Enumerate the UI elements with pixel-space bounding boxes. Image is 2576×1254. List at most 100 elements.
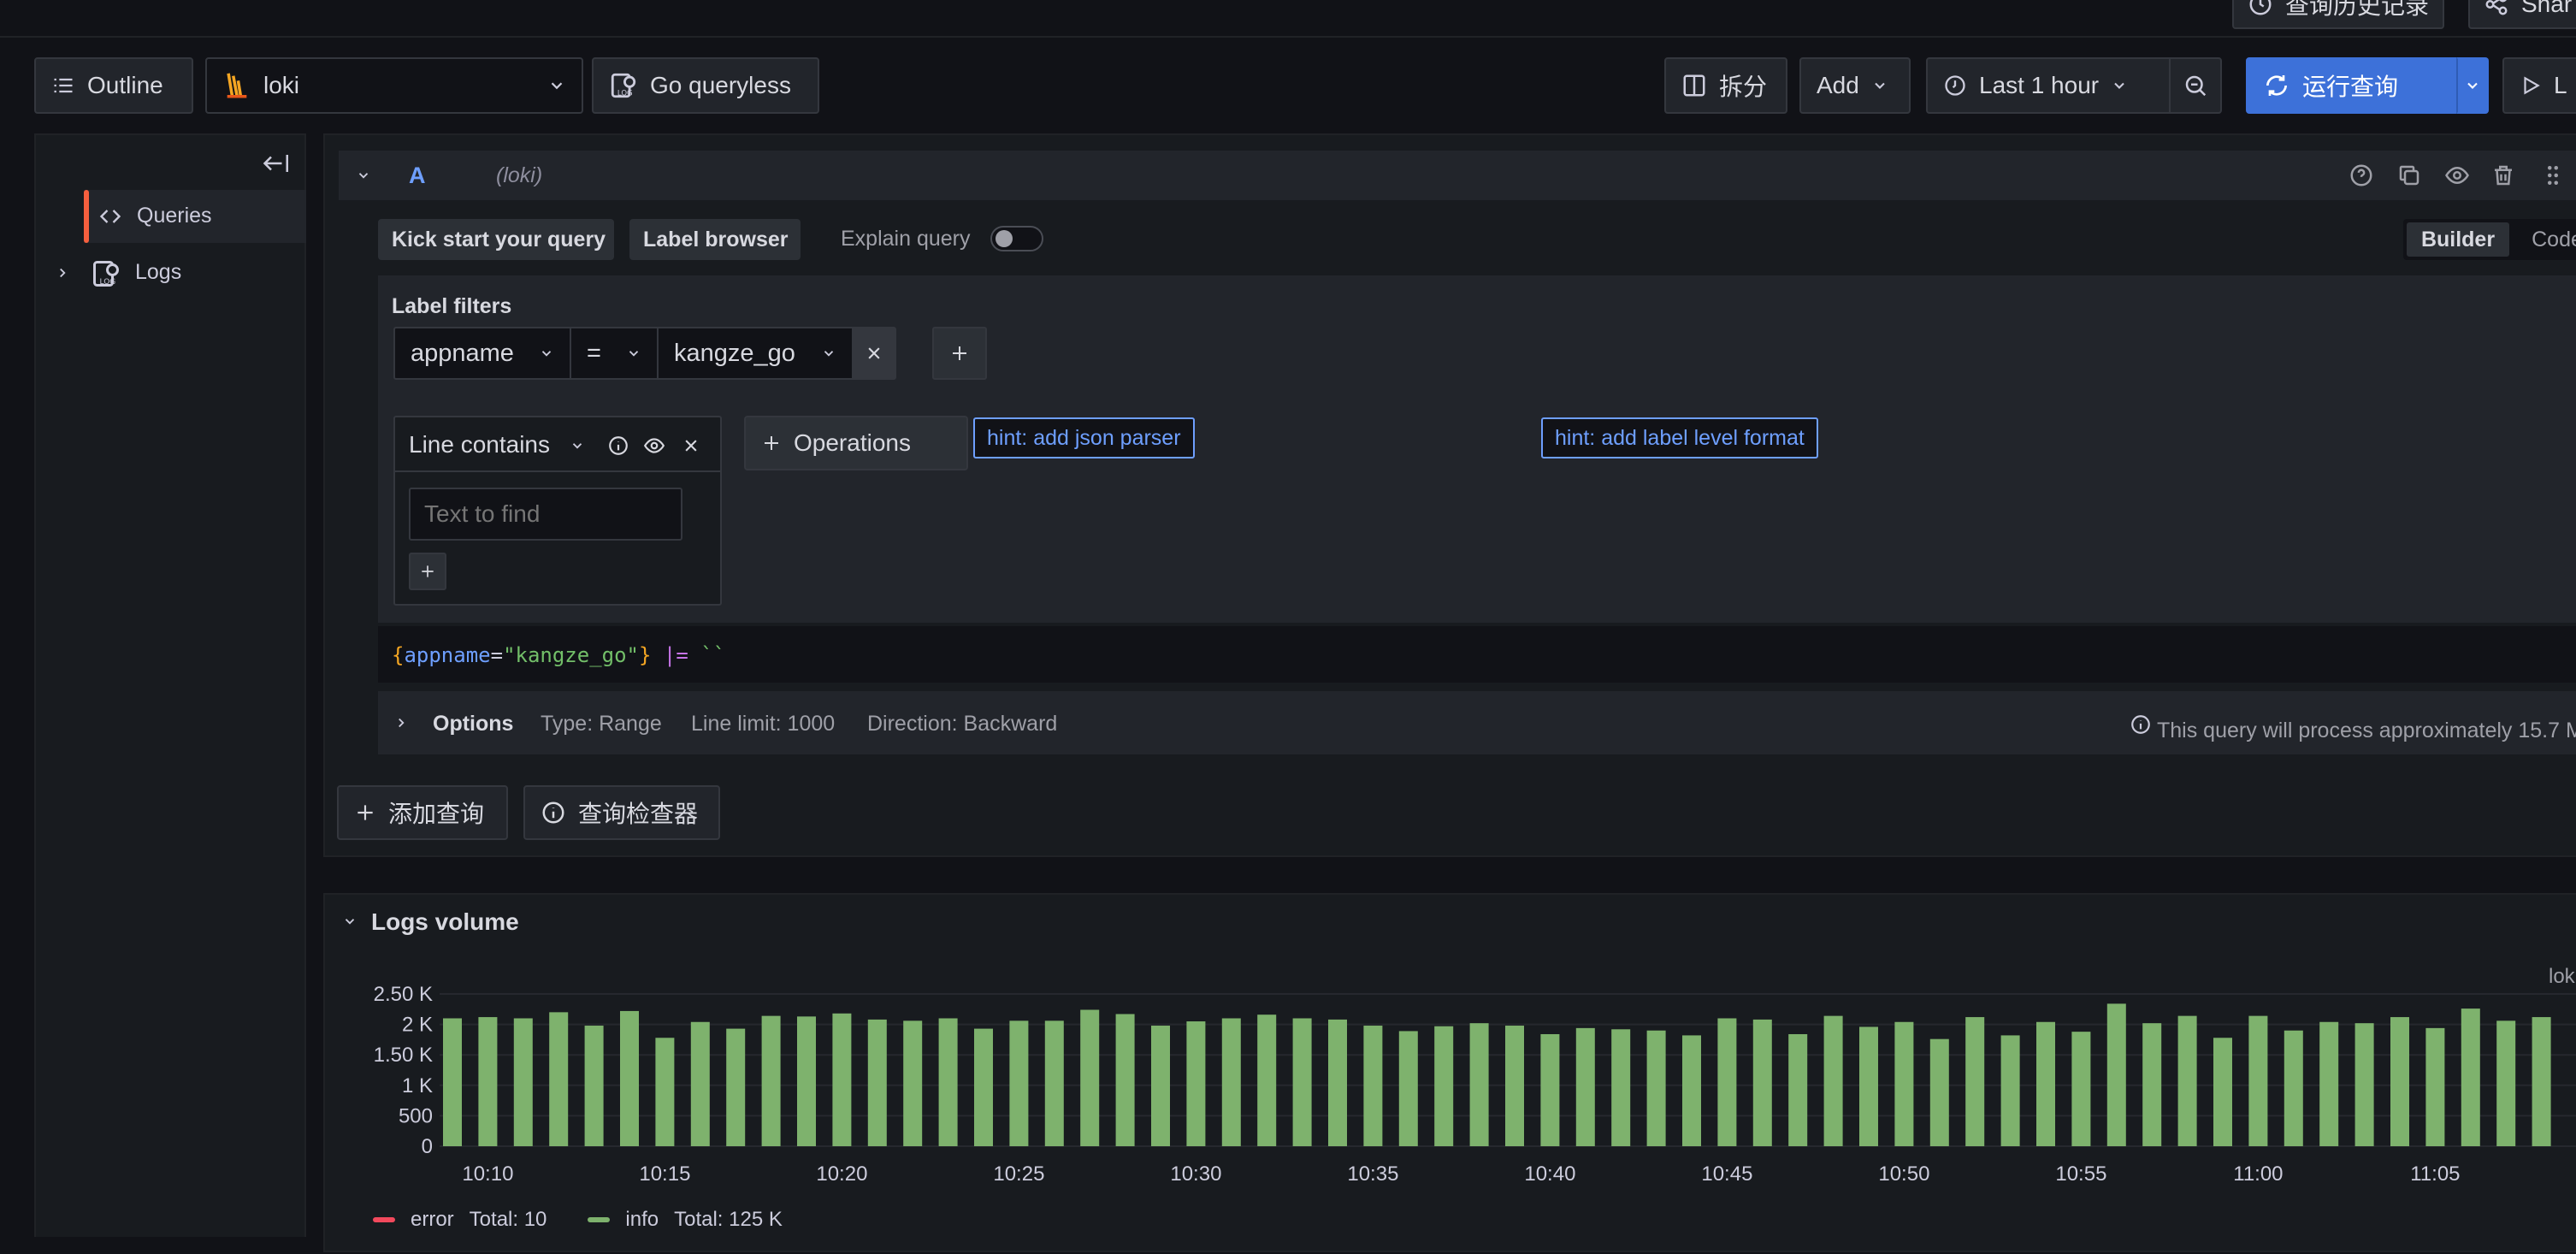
legend-error-name[interactable]: error bbox=[411, 1208, 454, 1232]
bar-info[interactable] bbox=[2461, 1009, 2480, 1146]
bar-info[interactable] bbox=[2354, 1023, 2374, 1146]
time-range-picker[interactable]: Last 1 hour bbox=[1926, 57, 2171, 114]
add-menu-button[interactable]: Add bbox=[1799, 57, 1911, 114]
chevron-down-icon[interactable] bbox=[570, 438, 585, 453]
bar-info[interactable] bbox=[2390, 1017, 2409, 1146]
bar-info[interactable] bbox=[620, 1010, 639, 1146]
run-query-options-button[interactable] bbox=[2456, 57, 2489, 114]
bar-info[interactable] bbox=[1611, 1029, 1631, 1146]
trash-icon[interactable] bbox=[2490, 163, 2516, 188]
bar-info[interactable] bbox=[513, 1018, 533, 1146]
query-history-button[interactable]: 查询历史记录 bbox=[2232, 0, 2445, 29]
help-icon[interactable] bbox=[2349, 163, 2374, 188]
bar-info[interactable] bbox=[1540, 1033, 1560, 1146]
mode-builder-tab[interactable]: Builder bbox=[2407, 222, 2509, 257]
bar-info[interactable] bbox=[655, 1038, 675, 1146]
sidebar-item-queries[interactable]: Queries bbox=[84, 190, 306, 243]
hint-json-parser[interactable]: hint: add json parser bbox=[973, 417, 1195, 458]
text-to-find-input[interactable] bbox=[409, 488, 682, 541]
bar-info[interactable] bbox=[2106, 1003, 2126, 1146]
go-queryless-button[interactable]: LOG Go queryless bbox=[592, 57, 819, 114]
label-browser-button[interactable]: Label browser bbox=[629, 219, 801, 260]
collapse-sidebar-icon[interactable] bbox=[260, 151, 291, 176]
mode-code-tab[interactable]: Code bbox=[2514, 222, 2576, 257]
bar-info[interactable] bbox=[690, 1021, 710, 1146]
bar-info[interactable] bbox=[1009, 1020, 1029, 1146]
bar-info[interactable] bbox=[867, 1019, 887, 1146]
kick-start-button[interactable]: Kick start your query bbox=[378, 219, 614, 260]
add-param-button[interactable] bbox=[409, 553, 446, 590]
bar-info[interactable] bbox=[1682, 1035, 1701, 1146]
chevron-down-icon[interactable] bbox=[356, 168, 371, 183]
bar-info[interactable] bbox=[726, 1028, 746, 1146]
bar-info[interactable] bbox=[761, 1015, 781, 1146]
bar-info[interactable] bbox=[2177, 1015, 2197, 1146]
bar-info[interactable] bbox=[974, 1028, 993, 1146]
bar-info[interactable] bbox=[1186, 1021, 1206, 1146]
bar-info[interactable] bbox=[2319, 1021, 2339, 1146]
bar-info[interactable] bbox=[584, 1026, 604, 1146]
bar-info[interactable] bbox=[2248, 1015, 2268, 1146]
query-options-row[interactable]: Options Type: Range Line limit: 1000 Dir… bbox=[378, 691, 2576, 754]
bar-info[interactable] bbox=[2142, 1023, 2162, 1146]
label-select[interactable]: appname bbox=[393, 327, 571, 380]
add-filter-button[interactable] bbox=[932, 327, 987, 380]
close-icon[interactable] bbox=[682, 437, 700, 454]
bar-info[interactable] bbox=[1044, 1020, 1064, 1146]
bar-info[interactable] bbox=[1151, 1026, 1170, 1146]
bar-info[interactable] bbox=[1929, 1038, 1949, 1146]
operator-select[interactable]: = bbox=[570, 327, 659, 380]
bar-info[interactable] bbox=[1575, 1027, 1595, 1146]
hint-label-format[interactable]: hint: add label level format bbox=[1541, 417, 1818, 458]
bar-info[interactable] bbox=[938, 1018, 958, 1146]
sidebar-item-logs[interactable]: LOG Logs bbox=[43, 246, 299, 299]
add-query-button[interactable]: 添加查询 bbox=[337, 785, 508, 840]
bar-info[interactable] bbox=[1965, 1017, 1985, 1146]
outline-button[interactable]: Outline bbox=[34, 57, 193, 114]
bar-info[interactable] bbox=[1505, 1026, 1524, 1146]
bar-info[interactable] bbox=[1221, 1018, 1241, 1146]
bar-info[interactable] bbox=[1257, 1014, 1277, 1146]
remove-filter-button[interactable] bbox=[852, 327, 896, 380]
bar-info[interactable] bbox=[1859, 1026, 1878, 1146]
eye-icon[interactable] bbox=[2444, 163, 2470, 188]
bar-info[interactable] bbox=[1717, 1018, 1737, 1146]
bar-info[interactable] bbox=[903, 1020, 923, 1146]
bar-info[interactable] bbox=[549, 1012, 569, 1146]
zoom-out-button[interactable] bbox=[2169, 57, 2222, 114]
bar-info[interactable] bbox=[2213, 1038, 2232, 1146]
legend-info-name[interactable]: info bbox=[625, 1208, 659, 1232]
bar-info[interactable] bbox=[1752, 1019, 1772, 1146]
bar-info[interactable] bbox=[2496, 1020, 2516, 1146]
explain-query-toggle[interactable] bbox=[990, 226, 1043, 251]
bar-info[interactable] bbox=[832, 1013, 852, 1146]
bar-info[interactable] bbox=[1292, 1018, 1312, 1146]
bar-info[interactable] bbox=[1646, 1030, 1666, 1146]
bar-info[interactable] bbox=[443, 1018, 462, 1146]
share-button[interactable]: Shar bbox=[2468, 0, 2576, 29]
bar-info[interactable] bbox=[1788, 1033, 1808, 1146]
split-button[interactable]: 拆分 bbox=[1664, 57, 1787, 114]
bar-info[interactable] bbox=[797, 1016, 816, 1146]
bar-info[interactable] bbox=[1469, 1023, 1489, 1146]
datasource-picker[interactable]: loki bbox=[205, 57, 583, 114]
bar-info[interactable] bbox=[2284, 1030, 2303, 1146]
bar-info[interactable] bbox=[1115, 1014, 1135, 1146]
bar-info[interactable] bbox=[1328, 1019, 1347, 1146]
bar-info[interactable] bbox=[1894, 1021, 1914, 1146]
bar-info[interactable] bbox=[2425, 1027, 2445, 1146]
bar-info[interactable] bbox=[2532, 1017, 2551, 1146]
info-icon[interactable] bbox=[607, 435, 629, 457]
drag-handle-icon[interactable] bbox=[2540, 163, 2566, 188]
bar-info[interactable] bbox=[1434, 1026, 1454, 1146]
eye-icon[interactable] bbox=[643, 435, 665, 457]
bar-info[interactable] bbox=[2000, 1035, 2020, 1146]
bar-info[interactable] bbox=[478, 1017, 498, 1146]
line-contains-title[interactable]: Line contains bbox=[409, 431, 550, 458]
live-button[interactable]: L bbox=[2502, 57, 2576, 114]
run-query-button[interactable]: 运行查询 bbox=[2246, 57, 2456, 114]
bar-info[interactable] bbox=[2036, 1021, 2055, 1146]
duplicate-icon[interactable] bbox=[2396, 163, 2422, 188]
bar-info[interactable] bbox=[2071, 1032, 2091, 1146]
operations-button[interactable]: Operations bbox=[744, 416, 968, 470]
